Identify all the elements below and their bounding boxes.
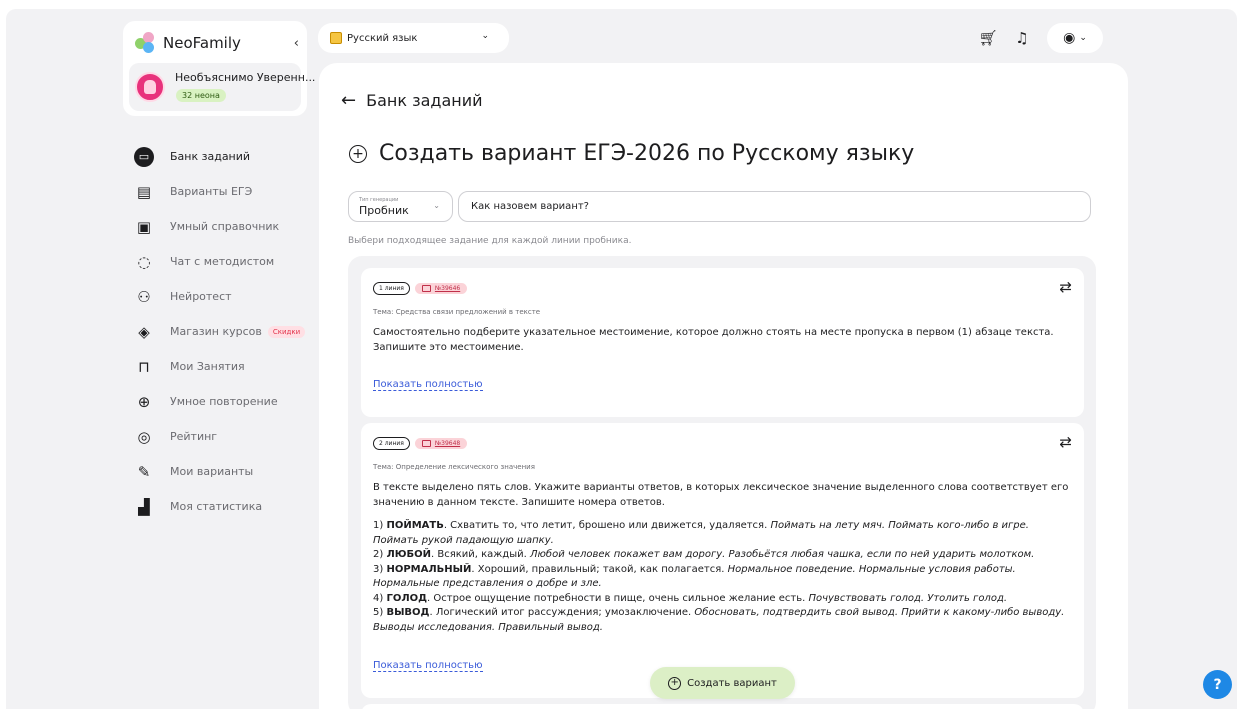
bar-chart-icon: ▟ [138, 497, 150, 516]
hint-text: Выбери подходящее задание для каждой лин… [348, 236, 632, 246]
swap-icon[interactable]: ⇄ [1059, 278, 1072, 296]
chevron-left-icon[interactable]: ‹ [294, 36, 299, 51]
user-circle-icon: ◉ [1063, 30, 1076, 46]
brain-icon: ⊕ [137, 392, 151, 411]
archive-icon [421, 285, 431, 292]
show-more-link[interactable]: Показать полностью [373, 379, 483, 391]
sale-badge: Скидки [267, 325, 306, 338]
sidebar-item-rating[interactable]: ◎ Рейтинг [134, 419, 314, 454]
plus-circle-icon: + [349, 144, 367, 163]
answer-option: 2) ЛЮБОЙ. Всякий, каждый. Любой человек … [373, 549, 1035, 560]
main-panel: ← Банк заданий + Создать вариант ЕГЭ-202… [319, 63, 1128, 709]
sidebar-nav: ▭ Банк заданий ▤ Варианты ЕГЭ ▣ Умный сп… [134, 139, 314, 524]
sidebar-item-my-stats[interactable]: ▟ Моя статистика [134, 489, 314, 524]
user-name: Необъяснимо Уверенн... [175, 71, 316, 84]
logo-icon [135, 32, 157, 54]
sidebar-item-neurotest[interactable]: ⚇ Нейротест [134, 279, 314, 314]
line-chip: 1 линия [373, 282, 410, 295]
sidebar-item-label: Мои Занятия [170, 360, 245, 373]
sidebar-item-label: Моя статистика [170, 500, 263, 513]
sidebar-item-my-lessons[interactable]: ⊓ Мои Занятия [134, 349, 314, 384]
sidebar-item-label: Рейтинг [170, 430, 218, 443]
task-card: 2 линия №39648 ⇄ Тема: Определение лекси… [361, 423, 1084, 698]
back-link[interactable]: ← Банк заданий [341, 90, 483, 111]
cart-icon[interactable]: 🛒︎ [973, 23, 1003, 53]
subject-label: Русский язык [347, 32, 418, 44]
page-title-text: Создать вариант ЕГЭ-2026 по Русскому язы… [379, 141, 915, 166]
profile-menu[interactable]: ◉ ⌄ [1047, 23, 1103, 53]
task-card: 1 линия №39646 ⇄ Тема: Средства связи пр… [361, 268, 1084, 417]
sidebar-item-methodist-chat[interactable]: ◌ Чат с методистом [134, 244, 314, 279]
show-more-link[interactable]: Показать полностью [373, 660, 483, 672]
answer-options: 1) ПОЙМАТЬ. Схватить то, что летит, брош… [373, 519, 1073, 635]
bell-icon[interactable]: ♫︎ [1007, 23, 1037, 53]
help-button[interactable]: ? [1203, 670, 1232, 699]
document-icon: ▤ [136, 182, 152, 201]
back-label: Банк заданий [366, 91, 483, 110]
pencil-icon: ✎ [137, 462, 151, 481]
user-card[interactable]: Необъяснимо Уверенн... 32 неона [129, 63, 315, 111]
sidebar-item-label: Умный справочник [170, 220, 280, 233]
generation-type-caption: Тип генерации [359, 197, 399, 203]
avatar [135, 72, 165, 102]
sidebar-item-label: Умное повторение [170, 395, 278, 408]
page-title: + Создать вариант ЕГЭ-2026 по Русскому я… [349, 141, 914, 166]
book-icon: ⊓ [138, 357, 150, 376]
sidebar-item-label: Банк заданий [170, 150, 251, 163]
task-card [361, 704, 1084, 709]
topbar-actions: 🛒︎ ♫︎ ◉ ⌄ [973, 23, 1103, 53]
task-topic: Тема: Средства связи предложений в текст… [373, 308, 541, 316]
sidebar-item-label: Чат с методистом [170, 255, 275, 268]
task-topic: Тема: Определение лексического значения [373, 463, 535, 471]
logo-row: NeoFamily ‹ [135, 29, 299, 57]
subject-select[interactable]: Русский язык ⌄ [318, 23, 509, 53]
bookmark-icon: ▣ [136, 217, 152, 236]
answer-option: 4) ГОЛОД. Острое ощущение потребности в … [373, 592, 1008, 604]
chevron-down-icon: ⌄ [1079, 33, 1087, 43]
sidebar-item-my-variants[interactable]: ✎ Мои варианты [134, 454, 314, 489]
generation-type-select[interactable]: Тип генерации Пробник ⌄ [348, 191, 453, 222]
archive-icon [421, 440, 431, 447]
create-variant-label: Создать вариант [687, 677, 777, 689]
plus-circle-icon: + [668, 676, 682, 690]
generation-type-value: Пробник [359, 204, 409, 217]
answer-option: 3) НОРМАЛЬНЫЙ. Хороший, правильный; тако… [373, 563, 1016, 590]
variant-name-input[interactable]: Как назовем вариант? [458, 191, 1091, 222]
line-chip: 2 линия [373, 437, 410, 450]
task-text: Самостоятельно подберите указательное ме… [373, 327, 1054, 353]
task-header: 1 линия №39646 [373, 282, 468, 295]
sidebar-item-label: Магазин курсов [170, 325, 262, 338]
task-header: 2 линия №39648 [373, 437, 468, 450]
chevron-down-icon: ⌄ [481, 31, 489, 41]
sidebar-item-label: Нейротест [170, 290, 232, 303]
task-list: 1 линия №39646 ⇄ Тема: Средства связи пр… [348, 256, 1096, 709]
arrow-left-icon: ← [341, 90, 357, 111]
task-number-link[interactable]: №39646 [414, 283, 468, 294]
answer-option: 5) ВЫВОД. Логический итог рассуждения; у… [373, 607, 1065, 633]
swap-icon[interactable]: ⇄ [1059, 433, 1072, 451]
sidebar-item-task-bank[interactable]: ▭ Банк заданий [134, 139, 314, 174]
create-variant-button[interactable]: + Создать вариант [650, 667, 795, 699]
sidebar-item-smart-repeat[interactable]: ⊕ Умное повторение [134, 384, 314, 419]
graduation-icon: ◈ [138, 322, 150, 341]
target-icon: ◎ [137, 427, 151, 446]
sidebar-item-label: Мои варианты [170, 465, 254, 478]
sidebar-item-course-shop[interactable]: ◈ Магазин курсов Скидки [134, 314, 314, 349]
book-icon [330, 32, 342, 44]
chat-icon: ◌ [137, 252, 151, 271]
robot-icon: ⚇ [137, 287, 151, 306]
answer-option: 1) ПОЙМАТЬ. Схватить то, что летит, брош… [373, 520, 1029, 546]
sidebar-header: NeoFamily ‹ Необъяснимо Уверенн... 32 не… [123, 21, 315, 116]
sidebar-item-exam-variants[interactable]: ▤ Варианты ЕГЭ [134, 174, 314, 209]
chevron-down-icon: ⌄ [433, 201, 440, 210]
sidebar-item-label: Варианты ЕГЭ [170, 185, 253, 198]
sidebar-item-smart-reference[interactable]: ▣ Умный справочник [134, 209, 314, 244]
logo-text: NeoFamily [163, 34, 241, 52]
task-text: В тексте выделено пять слов. Укажите вар… [373, 482, 1069, 508]
coins-badge: 32 неона [176, 89, 226, 102]
task-number-link[interactable]: №39648 [414, 438, 468, 449]
archive-icon: ▭ [134, 146, 154, 167]
